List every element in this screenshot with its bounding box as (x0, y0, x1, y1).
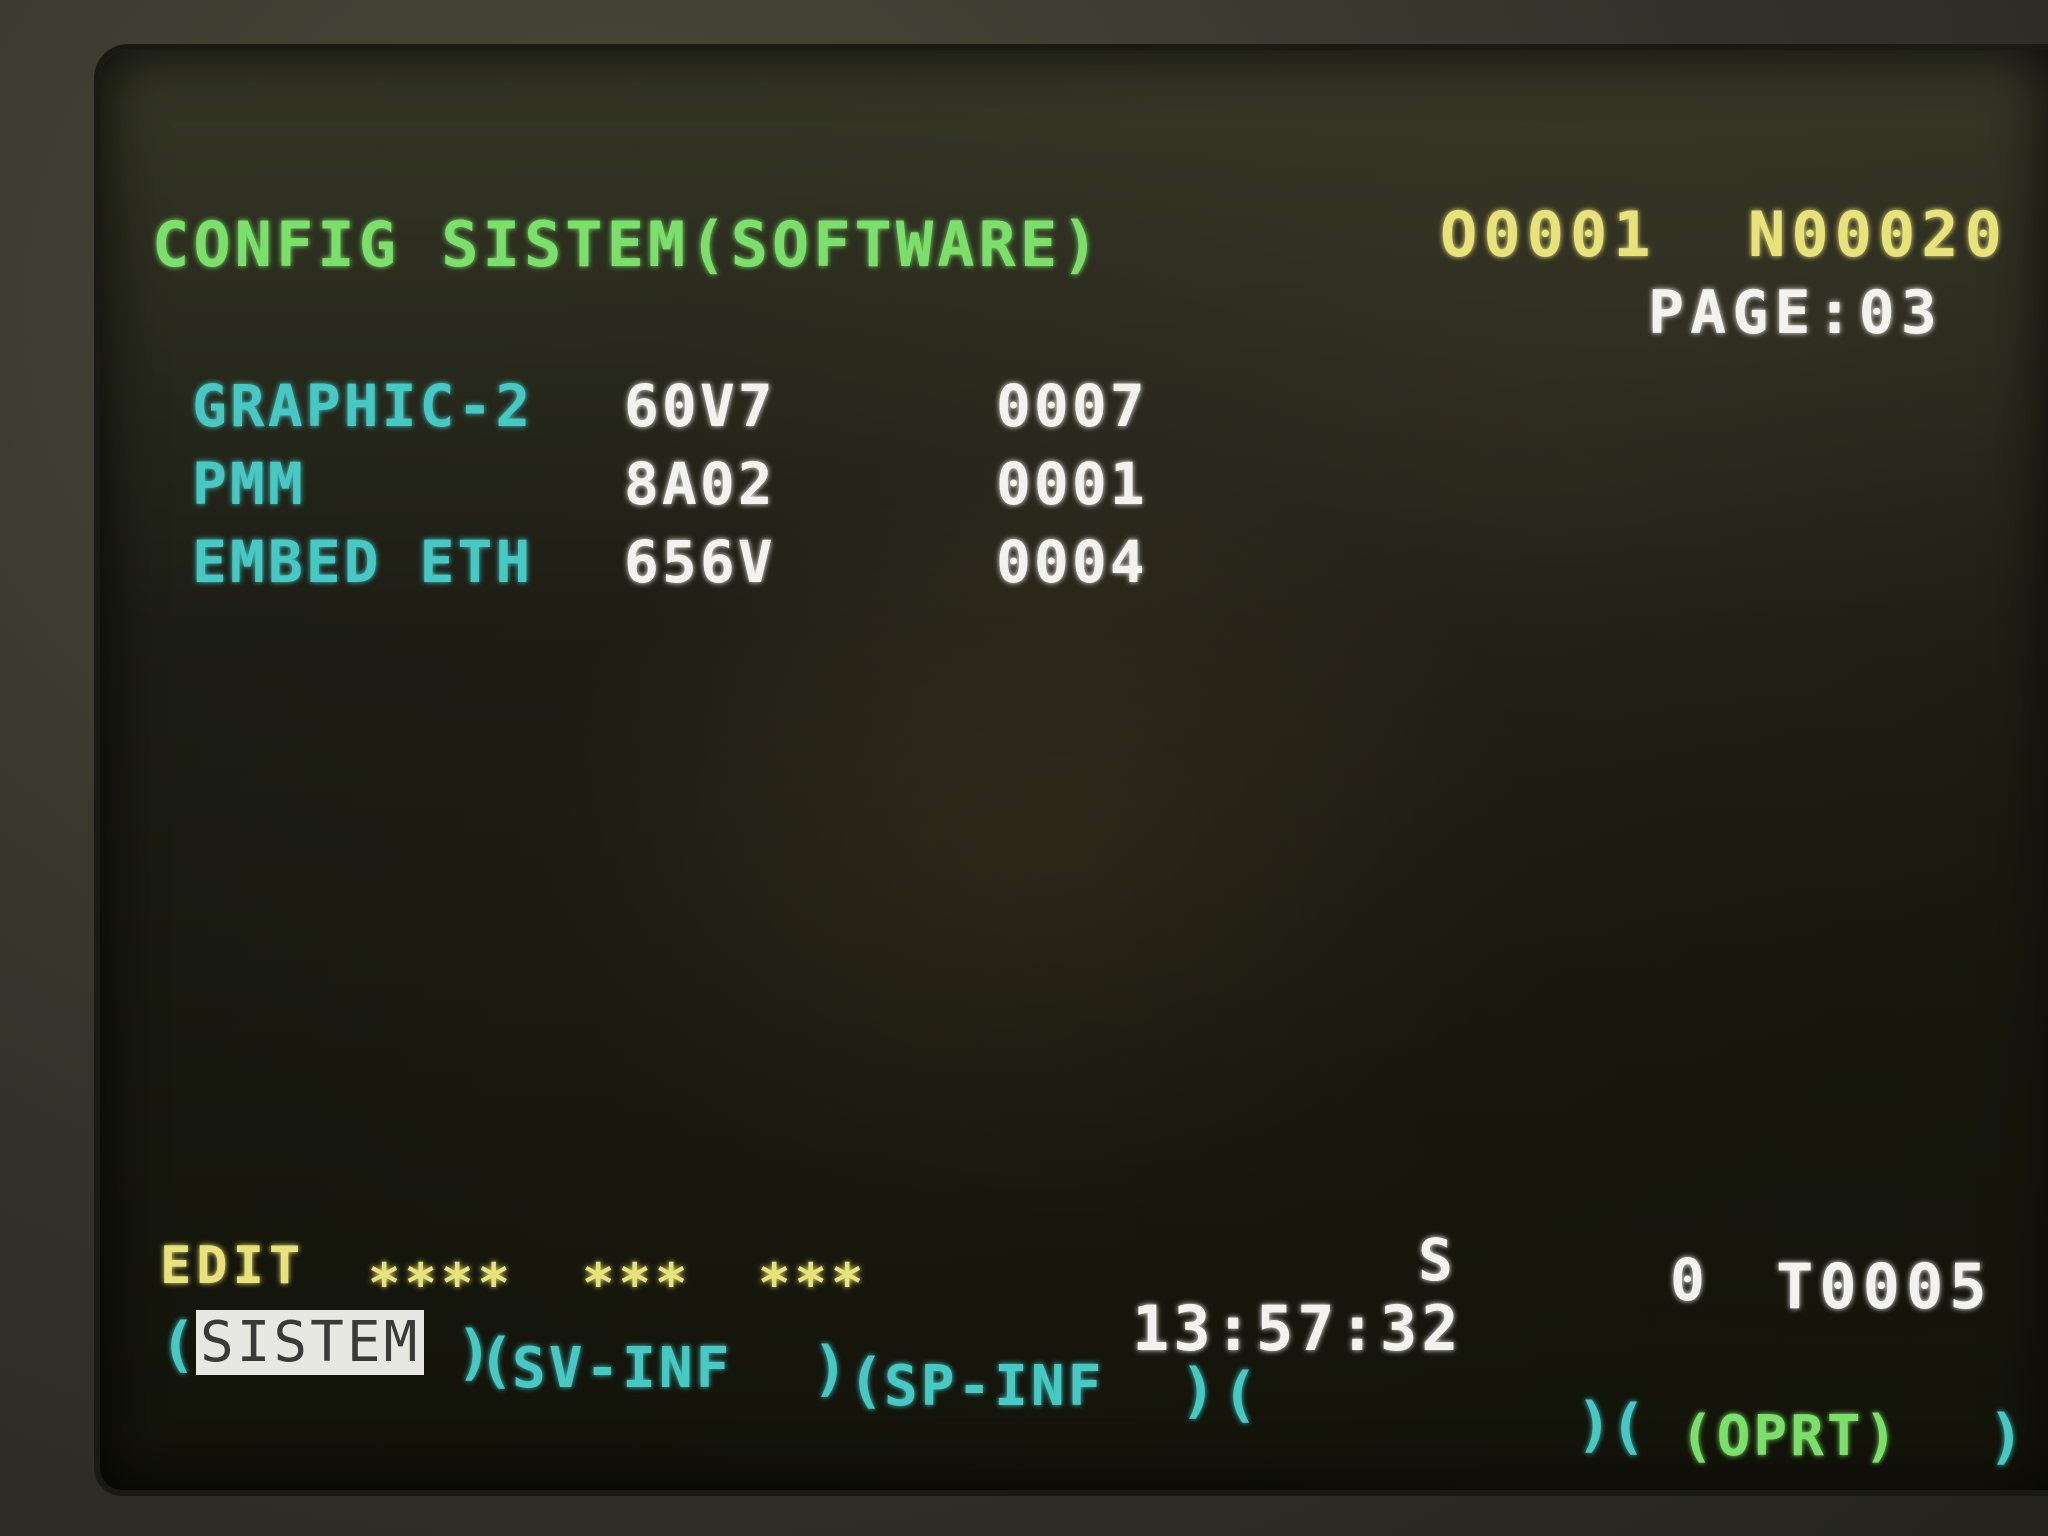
software-edition: 0007 (996, 372, 1148, 440)
software-name: PMM (192, 450, 306, 518)
spindle-label: S (1418, 1226, 1453, 1294)
softkey-bracket-open: ( (478, 1326, 515, 1396)
status-stars-3: *** (758, 1252, 868, 1315)
softkey-sistem[interactable]: SISTEM (196, 1310, 425, 1375)
clock: 13:57:32 (1132, 1292, 1463, 1365)
software-name: GRAPHIC-2 (192, 372, 534, 440)
softkey-bracket-close: ) (1576, 1390, 1613, 1460)
software-series: 656V (624, 528, 776, 596)
page-indicator: PAGE:03 (1648, 278, 1943, 348)
status-stars-1: **** (368, 1252, 515, 1315)
softkey-bracket-close: ) (1988, 1402, 2025, 1472)
softkey-oprt[interactable]: (OPRT) (1680, 1404, 1900, 1469)
mode-indicator: EDIT (160, 1236, 306, 1296)
software-name: EMBED ETH (192, 528, 534, 596)
softkey-bracket-close: ) (812, 1334, 849, 1404)
softkey-bracket-open: ( (1222, 1360, 1259, 1430)
status-stars-2: *** (582, 1252, 692, 1315)
software-edition: 0004 (996, 528, 1148, 596)
softkey-bracket-close: ) (1180, 1356, 1217, 1426)
softkey-bracket-open: ( (160, 1310, 197, 1380)
software-series: 60V7 (624, 372, 776, 440)
software-series: 8A02 (624, 450, 776, 518)
spindle-value: 0 (1670, 1246, 1705, 1314)
softkey-bracket-open: ( (1610, 1392, 1647, 1462)
program-number: O0001 (1440, 198, 1657, 271)
page-title: CONFIG SISTEM(SOFTWARE) (152, 208, 1103, 281)
sequence-number: N00020 (1748, 198, 2008, 271)
softkey-bracket-open: ( (848, 1346, 885, 1416)
tool-number: T0005 (1776, 1250, 1993, 1323)
software-edition: 0001 (996, 450, 1148, 518)
softkey-sv-inf[interactable]: SV-INF (512, 1336, 732, 1401)
softkey-sp-inf[interactable]: SP-INF (884, 1354, 1104, 1419)
